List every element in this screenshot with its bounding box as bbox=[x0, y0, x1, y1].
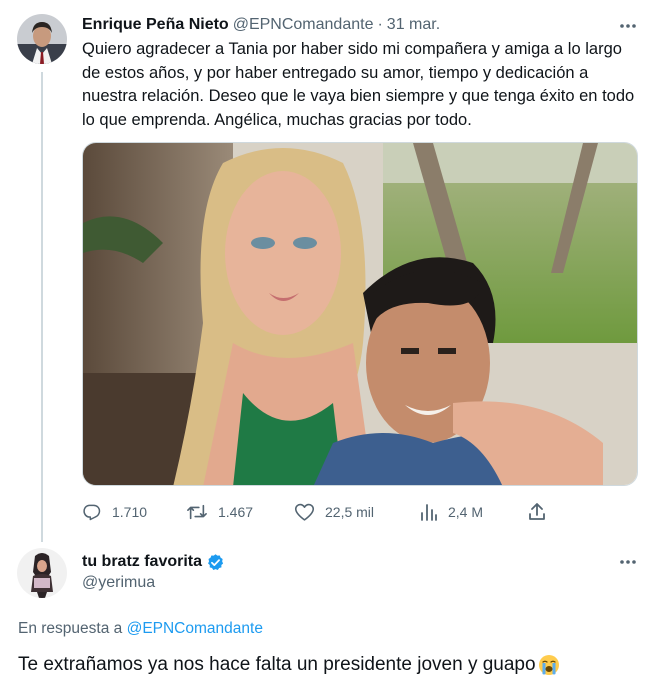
couple-photo-image bbox=[83, 143, 637, 485]
retweet-icon bbox=[187, 504, 207, 520]
more-icon bbox=[620, 560, 636, 564]
reply-count: 1.710 bbox=[112, 504, 148, 520]
in-reply-to: En respuesta a @EPNComandante bbox=[18, 620, 263, 638]
author-avatar[interactable] bbox=[17, 14, 67, 64]
verified-badge-icon bbox=[208, 553, 224, 570]
share-icon bbox=[529, 503, 545, 520]
views-button[interactable]: 2,4 M bbox=[420, 498, 483, 526]
tweet-actions-bar: 1.710 1.467 22,5 mil 2,4 M bbox=[82, 498, 638, 526]
retweet-count: 1.467 bbox=[218, 504, 254, 520]
views-count: 2,4 M bbox=[448, 504, 484, 520]
like-count: 22,5 mil bbox=[325, 504, 375, 520]
reply-icon bbox=[83, 504, 101, 521]
reply-author-name[interactable]: tu bratz favorita bbox=[82, 553, 202, 571]
more-icon bbox=[620, 24, 636, 28]
loudly-crying-face-icon bbox=[538, 654, 560, 676]
author-name[interactable]: Enrique Peña Nieto bbox=[82, 16, 229, 34]
in-reply-to-handle-link[interactable]: @EPNComandante bbox=[127, 620, 263, 637]
share-button[interactable] bbox=[528, 498, 546, 526]
tweet-text: Quiero agradecer a Tania por haber sido … bbox=[82, 40, 635, 129]
reply-author-name-row: tu bratz favorita bbox=[82, 551, 225, 573]
like-button[interactable]: 22,5 mil bbox=[294, 498, 374, 526]
retweet-button[interactable]: 1.467 bbox=[186, 498, 253, 526]
reply-author-handle[interactable]: @yerimua bbox=[82, 574, 155, 592]
header-separator: · bbox=[377, 16, 383, 33]
reply-text: Te extrañamos ya nos hace falta un presi… bbox=[18, 654, 536, 675]
tweet-header: Enrique Peña Nieto @EPNComandante · 31 m… bbox=[82, 14, 440, 36]
more-options-button[interactable] bbox=[615, 16, 641, 36]
like-icon bbox=[294, 503, 315, 521]
reply-author-avatar[interactable] bbox=[17, 548, 67, 598]
verified-badge bbox=[206, 553, 225, 572]
thread-connector-line bbox=[41, 72, 43, 542]
reply-text-row: Te extrañamos ya nos hace falta un presi… bbox=[18, 654, 560, 676]
reply-more-options-button[interactable] bbox=[615, 552, 641, 572]
views-icon bbox=[421, 504, 437, 521]
author-handle[interactable]: @EPNComandante bbox=[233, 16, 374, 34]
tweet-date[interactable]: 31 mar. bbox=[387, 16, 440, 34]
in-reply-to-label: En respuesta a bbox=[18, 620, 127, 637]
tweet-photo[interactable] bbox=[82, 142, 638, 486]
reply-button[interactable]: 1.710 bbox=[82, 498, 147, 526]
